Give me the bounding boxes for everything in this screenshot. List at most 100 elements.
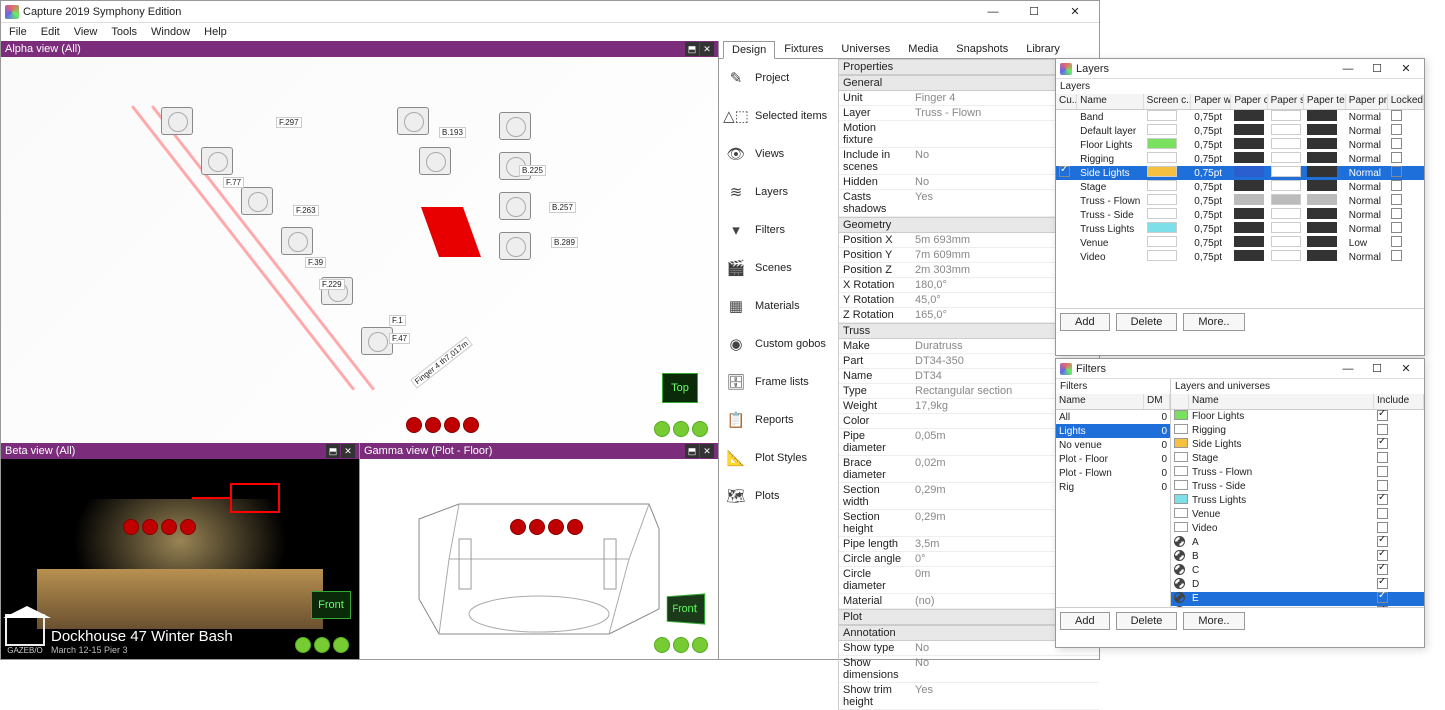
- beta-viewport[interactable]: Front GAZEB/O Dockhous: [1, 459, 359, 659]
- nav-frame-lists[interactable]: 🗄Frame lists: [719, 363, 838, 401]
- filter-layer-row[interactable]: Truss - Side: [1171, 480, 1424, 494]
- minimize-button[interactable]: —: [1334, 361, 1362, 377]
- view-max-icon[interactable]: ⬒: [326, 444, 340, 458]
- view-tool-btn[interactable]: [673, 637, 689, 653]
- filter-layer-row[interactable]: Floor Lights: [1171, 410, 1424, 424]
- fixture[interactable]: [499, 232, 531, 260]
- nav-filters[interactable]: ▾Filters: [719, 211, 838, 249]
- gamma-viewport[interactable]: Front: [360, 459, 718, 659]
- nav-custom-gobos[interactable]: ◉Custom gobos: [719, 325, 838, 363]
- view-close-icon[interactable]: ✕: [700, 444, 714, 458]
- layer-row[interactable]: Truss Lights0,75ptNormal: [1056, 222, 1424, 236]
- filter-row[interactable]: Plot - Flown0: [1056, 466, 1170, 480]
- tab-library[interactable]: Library: [1017, 40, 1069, 58]
- layer-row[interactable]: Side Lights0,75ptNormal: [1056, 166, 1424, 180]
- layer-row[interactable]: Default layer0,75ptNormal: [1056, 124, 1424, 138]
- prop-value[interactable]: No: [911, 656, 1099, 682]
- fixture[interactable]: [419, 147, 451, 175]
- menu-file[interactable]: File: [3, 25, 33, 39]
- fixture[interactable]: [161, 107, 193, 135]
- layers-window[interactable]: Layers — ☐ ✕ Layers Cu...NameScreen c...…: [1055, 58, 1425, 356]
- maximize-button[interactable]: ☐: [1363, 61, 1391, 77]
- nav-plots[interactable]: 🗺Plots: [719, 477, 838, 515]
- nav-views[interactable]: 👁Views: [719, 135, 838, 173]
- view-orientation-badge[interactable]: Front: [311, 591, 351, 619]
- filter-layer-row[interactable]: Video: [1171, 522, 1424, 536]
- filters-window[interactable]: Filters — ☐ ✕ Filters NameDM All0Lights0…: [1055, 358, 1425, 648]
- nav-selected-items[interactable]: △⬚Selected items: [719, 97, 838, 135]
- filter-universe-row[interactable]: F: [1171, 606, 1424, 607]
- view-max-icon[interactable]: ⬒: [685, 444, 699, 458]
- tab-fixtures[interactable]: Fixtures: [775, 40, 832, 58]
- view-max-icon[interactable]: ⬒: [685, 42, 699, 56]
- filter-row[interactable]: Lights0: [1056, 424, 1170, 438]
- view-tool-btn[interactable]: [295, 637, 311, 653]
- filter-layer-row[interactable]: Truss - Flown: [1171, 466, 1424, 480]
- layer-row[interactable]: Floor Lights0,75ptNormal: [1056, 138, 1424, 152]
- more-button[interactable]: More..: [1183, 313, 1244, 331]
- maximize-button[interactable]: ☐: [1363, 361, 1391, 377]
- tab-universes[interactable]: Universes: [832, 40, 899, 58]
- close-button[interactable]: ✕: [1392, 361, 1420, 377]
- view-tool-btn[interactable]: [333, 637, 349, 653]
- maximize-button[interactable]: ☐: [1014, 2, 1054, 22]
- layer-row[interactable]: Truss - Flown0,75ptNormal: [1056, 194, 1424, 208]
- layer-row[interactable]: Venue0,75ptLow: [1056, 236, 1424, 250]
- prop-row[interactable]: Show trim heightYes: [839, 683, 1099, 710]
- filter-universe-row[interactable]: B: [1171, 550, 1424, 564]
- view-tool-btn[interactable]: [654, 421, 670, 437]
- filter-row[interactable]: All0: [1056, 410, 1170, 424]
- layers-universes-list[interactable]: Floor LightsRiggingSide LightsStageTruss…: [1171, 410, 1424, 607]
- nav-project[interactable]: ✎Project: [719, 59, 838, 97]
- filter-layer-row[interactable]: Stage: [1171, 452, 1424, 466]
- menu-view[interactable]: View: [68, 25, 104, 39]
- filter-layer-row[interactable]: Truss Lights: [1171, 494, 1424, 508]
- nav-materials[interactable]: ▦Materials: [719, 287, 838, 325]
- delete-button[interactable]: Delete: [1116, 313, 1178, 331]
- nav-scenes[interactable]: 🎬Scenes: [719, 249, 838, 287]
- filter-universe-row[interactable]: D: [1171, 578, 1424, 592]
- filter-layer-row[interactable]: Venue: [1171, 508, 1424, 522]
- view-orientation-badge[interactable]: Top: [662, 373, 698, 403]
- view-tool-btn[interactable]: [673, 421, 689, 437]
- fixture[interactable]: [241, 187, 273, 215]
- tab-design[interactable]: Design: [723, 41, 775, 59]
- layer-row[interactable]: Stage0,75ptNormal: [1056, 180, 1424, 194]
- prop-row[interactable]: Show dimensionsNo: [839, 656, 1099, 683]
- filter-row[interactable]: Plot - Floor0: [1056, 452, 1170, 466]
- nav-plot-styles[interactable]: 📐Plot Styles: [719, 439, 838, 477]
- menu-tools[interactable]: Tools: [105, 25, 143, 39]
- view-tool-btn[interactable]: [314, 637, 330, 653]
- filters-list[interactable]: All0Lights0No venue0Plot - Floor0Plot - …: [1056, 410, 1170, 494]
- minimize-button[interactable]: —: [973, 2, 1013, 22]
- view-tool-btn[interactable]: [692, 637, 708, 653]
- filter-row[interactable]: Rig0: [1056, 480, 1170, 494]
- filter-layer-row[interactable]: Side Lights: [1171, 438, 1424, 452]
- fixture[interactable]: [499, 112, 531, 140]
- close-button[interactable]: ✕: [1055, 2, 1095, 22]
- fixture[interactable]: [397, 107, 429, 135]
- filter-layer-row[interactable]: Rigging: [1171, 424, 1424, 438]
- menu-edit[interactable]: Edit: [35, 25, 66, 39]
- filter-universe-row[interactable]: A: [1171, 536, 1424, 550]
- minimize-button[interactable]: —: [1334, 61, 1362, 77]
- close-button[interactable]: ✕: [1392, 61, 1420, 77]
- layers-grid[interactable]: Band0,75ptNormalDefault layer0,75ptNorma…: [1056, 110, 1424, 308]
- layer-row[interactable]: Rigging0,75ptNormal: [1056, 152, 1424, 166]
- menu-help[interactable]: Help: [198, 25, 233, 39]
- fixture[interactable]: [201, 147, 233, 175]
- add-button[interactable]: Add: [1060, 612, 1110, 630]
- layer-row[interactable]: Video0,75ptNormal: [1056, 250, 1424, 264]
- delete-button[interactable]: Delete: [1116, 612, 1178, 630]
- alpha-viewport[interactable]: F.297 F.77 F.263 F.39 F.229 F.1 F.47 B.1…: [1, 57, 718, 443]
- filter-universe-row[interactable]: C: [1171, 564, 1424, 578]
- nav-reports[interactable]: 📋Reports: [719, 401, 838, 439]
- filter-universe-row[interactable]: E: [1171, 592, 1424, 606]
- fixture[interactable]: [281, 227, 313, 255]
- add-button[interactable]: Add: [1060, 313, 1110, 331]
- view-tool-btn[interactable]: [692, 421, 708, 437]
- tab-media[interactable]: Media: [899, 40, 947, 58]
- layer-row[interactable]: Truss - Side0,75ptNormal: [1056, 208, 1424, 222]
- fixture[interactable]: [499, 192, 531, 220]
- view-close-icon[interactable]: ✕: [700, 42, 714, 56]
